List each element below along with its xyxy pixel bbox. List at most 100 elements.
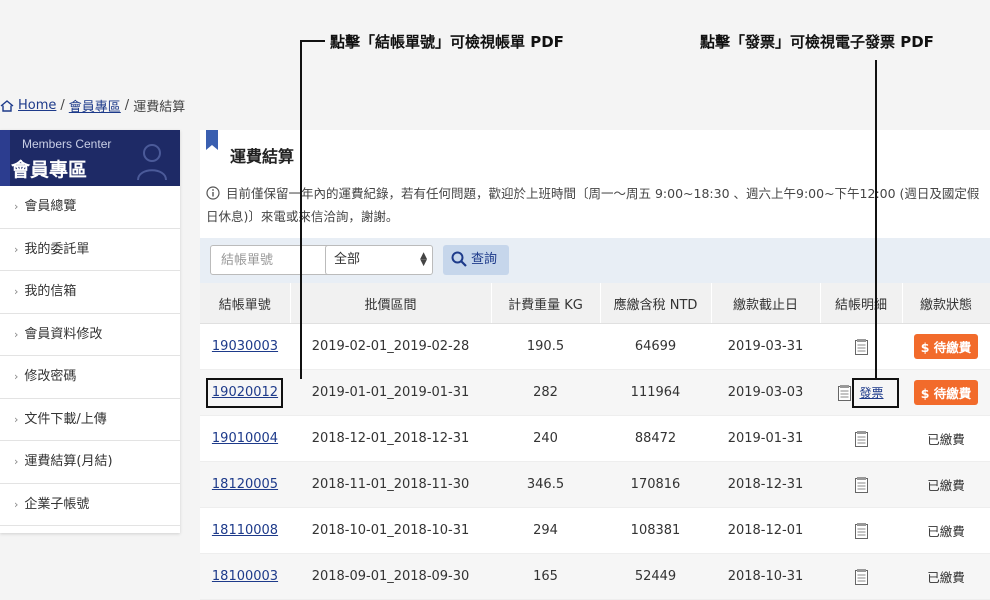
breadcrumb: Home / 會員專區 / 運費結算 [0,96,185,115]
chevron-right-icon: › [14,370,19,383]
sidebar-item-my-orders[interactable]: › 我的委託單 [0,229,180,271]
invoice-number-link[interactable]: 18110008 [212,523,278,538]
sidebar-header: Members Center 會員專區 [0,130,180,186]
breadcrumb-member-area-link[interactable]: 會員專區 [69,96,121,115]
chevron-right-icon: › [14,455,19,468]
weight-cell: 240 [491,415,600,462]
amount-cell: 52449 [600,553,711,600]
chevron-right-icon: › [14,242,19,256]
main-panel: 運費結算 目前僅保留一年內的運費紀錄，若有任何問題，歡迎於上班時間〔周一～周五 … [200,130,990,600]
document-icon[interactable] [854,430,868,447]
invoice-number-link[interactable]: 19010004 [212,431,278,446]
user-silhouette-icon [137,144,167,180]
weight-cell: 165 [491,553,600,600]
sidebar-header-en: Members Center [22,137,112,151]
notice: 目前僅保留一年內的運費紀錄，若有任何問題，歡迎於上班時間〔周一～周五 9:00~… [206,182,990,228]
sidebar-item-label: 我的委託單 [24,241,90,257]
table-row: 18100003 2018-09-01_2018-09-30 165 52449… [200,553,990,600]
chevron-right-icon: › [14,412,19,426]
sidebar-item-inbox[interactable]: › 我的信箱 [0,271,180,314]
weight-cell: 294 [491,507,600,554]
column-header: 繳款狀態 [902,283,990,324]
breadcrumb-separator: / [60,98,65,113]
document-icon[interactable] [854,568,868,585]
sidebar-item-edit-profile[interactable]: › 會員資料修改 [0,314,180,356]
breadcrumb-current: 運費結算 [133,100,186,115]
chevron-right-icon: › [14,497,19,511]
breadcrumb-separator: / [124,98,130,113]
table-row: 19010004 2018-12-01_2018-12-31 240 88472… [200,415,990,462]
column-header: 計費重量 KG [491,283,601,324]
sidebar-item-freight-settlement[interactable]: › 運費結算(月結) [0,441,180,484]
sidebar-item-label: 文件下載/上傳 [24,411,107,427]
invoice-number-input[interactable] [210,245,340,275]
due-date-cell: 2019-03-03 [711,369,820,416]
weight-cell: 282 [491,369,600,416]
column-header: 批價區間 [290,283,492,324]
sidebar: Members Center 會員專區 › 會員總覽 › 我的委託單 › 我的信箱 ›… [0,130,180,533]
annotation-receipt-hint: 點擊「發票」可檢視電子發票 PDF [700,33,934,51]
invoice-number-link[interactable]: 18120005 [212,477,278,492]
due-date-cell: 2018-10-31 [711,553,820,600]
sidebar-header-zh: 會員專區 [11,159,88,181]
period-cell: 2019-02-01_2019-02-28 [290,323,491,370]
invoice-number-link[interactable]: 18100003 [212,569,278,584]
document-icon[interactable] [854,338,868,355]
search-button-label: 查詢 [471,252,498,267]
pay-button[interactable]: $ 待繳費 [913,334,979,359]
search-icon [451,251,467,267]
info-icon [206,186,220,200]
column-header: 結帳單號 [200,283,291,324]
column-header: 應繳含稅 NTD [600,283,712,324]
column-header: 結帳明細 [820,283,903,324]
document-icon[interactable] [838,385,852,402]
paid-status: 已繳費 [927,432,965,447]
chevron-right-icon: › [14,285,19,298]
sidebar-item-change-password[interactable]: › 修改密碼 [0,356,180,399]
chevron-right-icon: › [14,200,19,213]
table-header-row: 結帳單號 批價區間 計費重量 KG 應繳含稅 NTD 繳款截止日 結帳明細 繳款… [200,283,990,324]
paid-status: 已繳費 [927,524,965,539]
sidebar-item-label: 我的信箱 [24,284,77,299]
amount-cell: 108381 [600,507,711,554]
notice-text: 目前僅保留一年內的運費紀錄，若有任何問題，歡迎於上班時間〔周一～周五 9:00~… [206,186,980,224]
sidebar-item-label: 企業子帳號 [24,496,90,512]
amount-cell: 88472 [600,415,711,462]
sidebar-item-sub-accounts[interactable]: › 企業子帳號 [0,484,180,526]
chevron-updown-icon: ▲ ▼ [420,251,427,268]
paid-status: 已繳費 [927,570,965,585]
amount-cell: 111964 [600,369,711,416]
annotation-line [875,60,877,379]
invoice-number-link[interactable]: 19030003 [212,339,278,354]
pay-button[interactable]: $ 待繳費 [913,380,979,405]
table-row: 18120005 2018-11-01_2018-11-30 346.5 170… [200,461,990,508]
filter-bar: 全部 ▲▼ 查詢 [200,238,990,284]
sidebar-item-overview[interactable]: › 會員總覽 [0,186,180,229]
home-icon [0,99,14,112]
bookmark-icon [206,130,218,150]
page-title: 運費結算 [230,147,295,166]
weight-cell: 190.5 [491,323,600,370]
period-cell: 2018-10-01_2018-10-31 [290,507,491,554]
document-icon[interactable] [854,522,868,539]
table-row: 18110008 2018-10-01_2018-10-31 294 10838… [200,507,990,554]
sidebar-item-documents[interactable]: › 文件下載/上傳 [0,399,180,441]
due-date-cell: 2019-01-31 [711,415,820,462]
period-cell: 2018-09-01_2018-09-30 [290,553,491,600]
breadcrumb-home-link[interactable]: Home [18,98,56,113]
document-icon[interactable] [854,476,868,493]
period-cell: 2018-11-01_2018-11-30 [290,461,491,508]
annotation-line [300,40,302,379]
period-cell: 2019-01-01_2019-01-31 [290,369,491,416]
paid-status: 已繳費 [927,478,965,493]
column-header: 繳款截止日 [711,283,821,324]
table-row: 19030003 2019-02-01_2019-02-28 190.5 646… [200,323,990,370]
status-select[interactable]: 全部 ▲ ▼ [325,245,433,275]
status-select-value: 全部 [334,252,361,267]
amount-cell: 64699 [600,323,711,370]
annotation-invoice-number-hint: 點擊「結帳單號」可檢視帳單 PDF [330,33,564,51]
search-button[interactable]: 查詢 [443,245,509,275]
sidebar-item-label: 修改密碼 [24,369,77,384]
sidebar-item-label: 會員總覽 [24,199,77,214]
sidebar-item-label: 運費結算(月結) [24,454,113,469]
